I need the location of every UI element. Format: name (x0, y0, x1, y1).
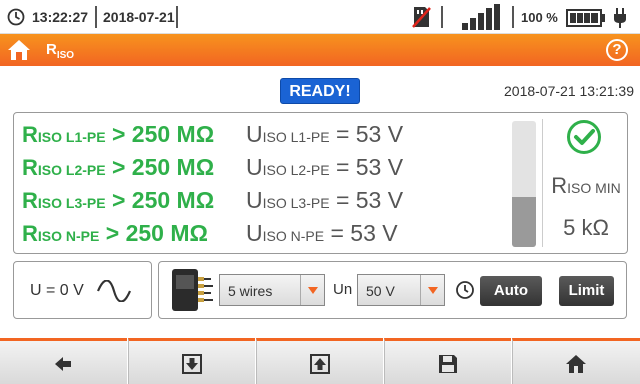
wires-select[interactable]: 5 wires (219, 274, 325, 306)
save-down-icon (182, 354, 202, 374)
level-bargraph (512, 121, 536, 247)
check-icon (567, 120, 601, 154)
battery-percent: 100 % (521, 10, 558, 25)
settings-panel: 5 wires Un 50 V Auto Limit (158, 261, 627, 319)
wires-select-value: 5 wires (228, 283, 273, 299)
plug-icon (614, 8, 626, 28)
clock-icon (7, 8, 25, 26)
voltage-panel: U = 0 V (13, 261, 152, 319)
screen-title: RISO (46, 41, 75, 61)
result-riso-n-pe: RISO N-PE > 250 MΩ (22, 220, 208, 246)
meter-adapter-icon (172, 269, 213, 311)
measurement-datetime: 2018-07-21 13:21:39 (504, 83, 634, 99)
result-riso-l2-pe: RISO L2-PE > 250 MΩ (22, 154, 215, 180)
home-button[interactable] (512, 338, 640, 384)
un-label: Un (333, 281, 353, 298)
result-riso-l3-pe: RISO L3-PE > 250 MΩ (22, 187, 215, 213)
help-icon[interactable]: ? (606, 39, 628, 61)
result-uiso-l1-pe: UISO L1-PE = 53 V (246, 121, 404, 147)
riso-min-label: RISO MIN (551, 173, 621, 198)
save-down-button[interactable] (128, 338, 255, 384)
status-divider (176, 6, 178, 28)
divider (542, 119, 543, 247)
sine-wave-icon (96, 280, 132, 302)
status-divider (441, 6, 443, 28)
auto-button[interactable]: Auto (480, 276, 542, 306)
ready-badge: READY! (280, 78, 360, 104)
result-uiso-n-pe: UISO N-PE = 53 V (246, 220, 398, 246)
signal-icon (462, 4, 500, 30)
upload-icon (310, 354, 330, 374)
result-riso-l1-pe: RISO L1-PE > 250 MΩ (22, 121, 215, 147)
bottom-nav (0, 338, 640, 384)
voltage-readout: U = 0 V (30, 282, 84, 299)
un-select[interactable]: 50 V (357, 274, 445, 306)
back-button[interactable] (0, 338, 127, 384)
results-panel: RISO L1-PE > 250 MΩ RISO L2-PE > 250 MΩ … (13, 112, 628, 254)
upload-button[interactable] (256, 338, 383, 384)
level-bargraph-fill (512, 196, 536, 247)
title-bar: RISO ? (0, 34, 640, 66)
status-date: 2018-07-21 (103, 9, 175, 25)
sd-card-icon (412, 7, 431, 28)
chevron-down-icon (420, 275, 444, 305)
status-divider (95, 6, 97, 28)
status-divider (512, 6, 514, 28)
limit-button[interactable]: Limit (559, 276, 614, 306)
floppy-icon (439, 355, 457, 373)
home-icon[interactable] (6, 38, 32, 62)
timer-icon (456, 281, 474, 299)
status-bar: 13:22:27 2018-07-21 100 % (0, 0, 640, 34)
save-button[interactable] (384, 338, 511, 384)
riso-min-value: 5 kΩ (563, 215, 609, 240)
arrow-left-icon (55, 357, 71, 371)
battery-icon (566, 9, 605, 27)
result-uiso-l2-pe: UISO L2-PE = 53 V (246, 154, 404, 180)
result-uiso-l3-pe: UISO L3-PE = 53 V (246, 187, 404, 213)
status-time: 13:22:27 (32, 9, 89, 25)
chevron-down-icon (300, 275, 324, 305)
un-select-value: 50 V (366, 283, 395, 299)
home-icon (566, 355, 586, 373)
